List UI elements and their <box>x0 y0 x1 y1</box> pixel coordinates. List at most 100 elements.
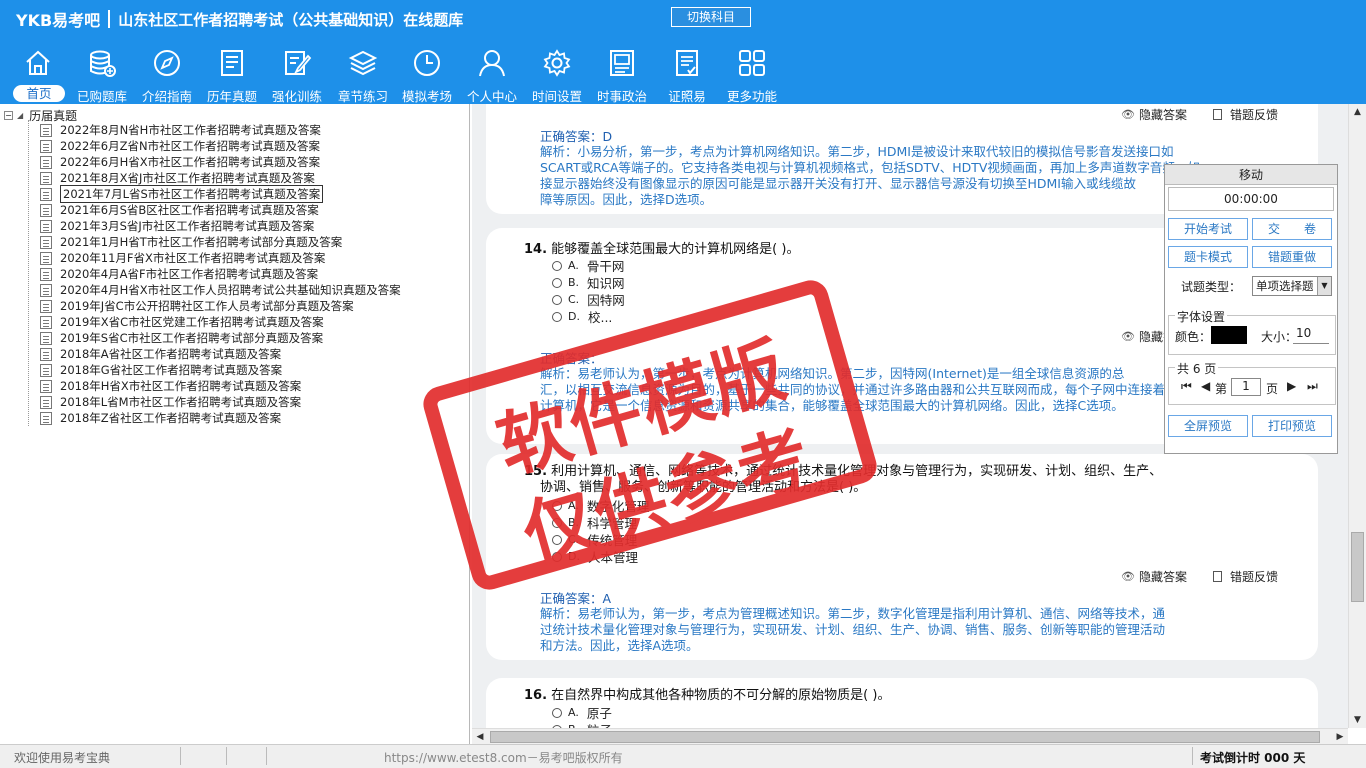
tree-item[interactable]: 2018年A省社区工作者招聘考试真题及答案 <box>40 346 281 362</box>
document-icon <box>40 411 52 425</box>
font-color-swatch[interactable] <box>1211 326 1247 344</box>
option-key: A. <box>568 706 579 719</box>
next-page-icon[interactable]: ▶ <box>1287 379 1296 393</box>
toolbar-chapters-button[interactable]: 章节练习 <box>330 46 396 104</box>
font-size-input[interactable]: 10 <box>1293 326 1329 344</box>
toolbar-more-button[interactable]: 更多功能 <box>719 46 785 104</box>
copyright-text: https://www.etest8.com－易考吧版权所有 <box>384 751 623 765</box>
database-icon <box>90 50 116 77</box>
fullscreen-preview-button[interactable]: 全屏预览 <box>1168 415 1248 437</box>
scroll-thumb[interactable] <box>1351 532 1364 602</box>
hide-answer-link[interactable]: 隐藏答案 <box>1139 568 1187 585</box>
scroll-thumb[interactable] <box>490 731 1320 743</box>
toolbar-label: 历年真题 <box>206 89 257 104</box>
toolbar-politics-button[interactable]: 时事政治 <box>589 46 655 104</box>
scroll-up-arrow-icon[interactable]: ▲ <box>1349 104 1366 120</box>
print-preview-button[interactable]: 打印预览 <box>1252 415 1332 437</box>
question-number: 16. <box>524 688 548 703</box>
option-b[interactable]: B.粒子 <box>552 720 612 728</box>
option-key: D. <box>568 310 580 323</box>
page-number-input[interactable]: 1 <box>1231 378 1261 396</box>
tree-root-node[interactable]: − ◢ 历届真题 <box>4 107 77 123</box>
tree-item[interactable]: 2018年Z省社区工作者招聘考试真题及答案 <box>40 410 281 426</box>
tree-item[interactable]: 2018年G省社区工作者招聘考试真题及答案 <box>40 362 282 378</box>
document-icon <box>40 395 52 409</box>
toolbar-training-button[interactable]: 强化训练 <box>264 46 330 104</box>
document-icon <box>40 187 52 201</box>
switch-subject-button[interactable]: 切换科目 <box>671 7 751 27</box>
first-page-icon[interactable]: ⏮ <box>1181 379 1192 394</box>
submit-button[interactable]: 交 卷 <box>1252 218 1332 240</box>
tree-item[interactable]: 2018年L省M市社区工作者招聘考试真题及答案 <box>40 394 301 410</box>
option-key: B. <box>568 276 580 289</box>
question-text: 能够覆盖全球范围最大的计算机网络是( )。 <box>551 242 800 257</box>
start-exam-button[interactable]: 开始考试 <box>1168 218 1248 240</box>
document-list-icon <box>221 50 243 76</box>
tree-item-label: 2022年8月N省H市社区工作者招聘考试真题及答案 <box>60 123 321 137</box>
tree-item[interactable]: 2019年X省C市社区党建工作者招聘考试真题及答案 <box>40 314 324 330</box>
tree-item[interactable]: 2020年4月H省X市社区工作人员招聘考试公共基础知识真题及答案 <box>40 282 401 298</box>
home-icon <box>26 50 50 75</box>
toolbar-time-settings-button[interactable]: 时间设置 <box>524 46 590 104</box>
question-actions: 👁 隐藏答案 错题反馈 <box>1121 106 1278 123</box>
chevron-down-icon[interactable]: ▼ <box>1317 277 1331 295</box>
tree-item[interactable]: 2022年6月H省X市社区工作者招聘考试真题及答案 <box>40 154 320 170</box>
tree-item[interactable]: 2018年H省X市社区工作者招聘考试真题及答案 <box>40 378 301 394</box>
tree-item-label: 2019年S省C市社区工作者招聘考试部分真题及答案 <box>60 331 324 345</box>
last-page-icon[interactable]: ⏭ <box>1307 379 1318 394</box>
scroll-left-arrow-icon[interactable]: ◀ <box>472 729 488 745</box>
document-icon <box>40 251 52 265</box>
horizontal-scrollbar[interactable]: ◀ ▶ <box>472 728 1348 744</box>
document-icon <box>40 267 52 281</box>
tree-item[interactable]: 2022年8月N省H市社区工作者招聘考试真题及答案 <box>40 122 321 138</box>
redo-wrong-button[interactable]: 错题重做 <box>1252 246 1332 268</box>
tree-item[interactable]: 2021年6月S省B区社区工作者招聘考试真题及答案 <box>40 202 319 218</box>
toolbar-home-button[interactable]: 首页 <box>5 46 71 102</box>
tree-item[interactable]: 2019年S省C市社区工作者招聘考试部分真题及答案 <box>40 330 323 346</box>
question-type-select[interactable]: 单项选择题 ▼ <box>1252 276 1332 296</box>
hide-answer-link[interactable]: 隐藏答案 <box>1139 106 1187 123</box>
toolbar-guide-button[interactable]: 介绍指南 <box>134 46 200 104</box>
tree-item[interactable]: 2019年J省C市公开招聘社区工作人员考试部分真题及答案 <box>40 298 354 314</box>
tree-item[interactable]: 2020年11月F省X市社区工作者招聘考试真题及答案 <box>40 250 325 266</box>
tree-item[interactable]: 2022年6月Z省N市社区工作者招聘考试真题及答案 <box>40 138 320 154</box>
page-prefix: 第 <box>1215 382 1228 396</box>
toolbar-mock-exam-button[interactable]: 模拟考场 <box>394 46 460 104</box>
toolbar-profile-button[interactable]: 个人中心 <box>459 46 525 104</box>
toolbar-purchased-button[interactable]: 已购题库 <box>69 46 135 104</box>
tree-item[interactable]: 2021年1月H省T市社区工作者招聘考试部分真题及答案 <box>40 234 342 250</box>
vertical-scrollbar[interactable]: ▲ ▼ <box>1348 104 1366 728</box>
prev-page-icon[interactable]: ◀ <box>1201 379 1210 393</box>
scroll-right-arrow-icon[interactable]: ▶ <box>1332 729 1348 745</box>
tree-item-label: 2021年8月X省J市社区工作者招聘考试真题及答案 <box>60 171 315 185</box>
tree-item[interactable]: 2021年7月L省S市社区工作者招聘考试真题及答案 <box>40 185 324 203</box>
document-icon <box>40 315 52 329</box>
tree-item-label: 2022年6月H省X市社区工作者招聘考试真题及答案 <box>60 155 321 169</box>
radio-button[interactable] <box>552 311 562 322</box>
report-error-link[interactable]: 错题反馈 <box>1230 106 1278 123</box>
toolbar-label: 个人中心 <box>466 89 517 104</box>
report-error-link[interactable]: 错题反馈 <box>1230 568 1278 585</box>
tree-item-label: 2018年L省M市社区工作者招聘考试真题及答案 <box>60 395 302 409</box>
tree-item[interactable]: 2021年8月X省J市社区工作者招聘考试真题及答案 <box>40 170 315 186</box>
radio-button[interactable] <box>552 277 562 288</box>
tree-item[interactable]: 2021年3月S省J市社区工作者招聘考试真题及答案 <box>40 218 314 234</box>
radio-button[interactable] <box>552 707 562 718</box>
collapse-icon[interactable]: − <box>4 110 13 120</box>
question-card-16: 16. 在自然界中构成其他各种物质的不可分解的原始物质是( )。 A.原子 B.… <box>486 678 1318 728</box>
panel-drag-handle[interactable]: 移动 <box>1165 165 1337 185</box>
option-d[interactable]: D. 校... <box>552 307 612 326</box>
page-suffix: 页 <box>1266 382 1279 396</box>
exam-timer: 00:00:00 <box>1168 187 1334 211</box>
eye-icon: 👁 <box>1121 330 1135 343</box>
scroll-down-arrow-icon[interactable]: ▼ <box>1349 712 1366 728</box>
tree-item-label: 2019年X省C市社区党建工作者招聘考试真题及答案 <box>60 315 324 329</box>
toolbar-past-exams-button[interactable]: 历年真题 <box>199 46 265 104</box>
tree-item[interactable]: 2020年4月A省F市社区工作者招聘考试真题及答案 <box>40 266 318 282</box>
question-stem: 14. 能够覆盖全球范围最大的计算机网络是( )。 <box>524 238 799 257</box>
card-mode-button[interactable]: 题卡模式 <box>1168 246 1248 268</box>
toolbar-certificate-button[interactable]: 证照易 <box>654 46 720 104</box>
radio-button[interactable] <box>552 294 562 305</box>
toolbar-label: 模拟考场 <box>401 89 452 104</box>
radio-button[interactable] <box>552 260 562 271</box>
